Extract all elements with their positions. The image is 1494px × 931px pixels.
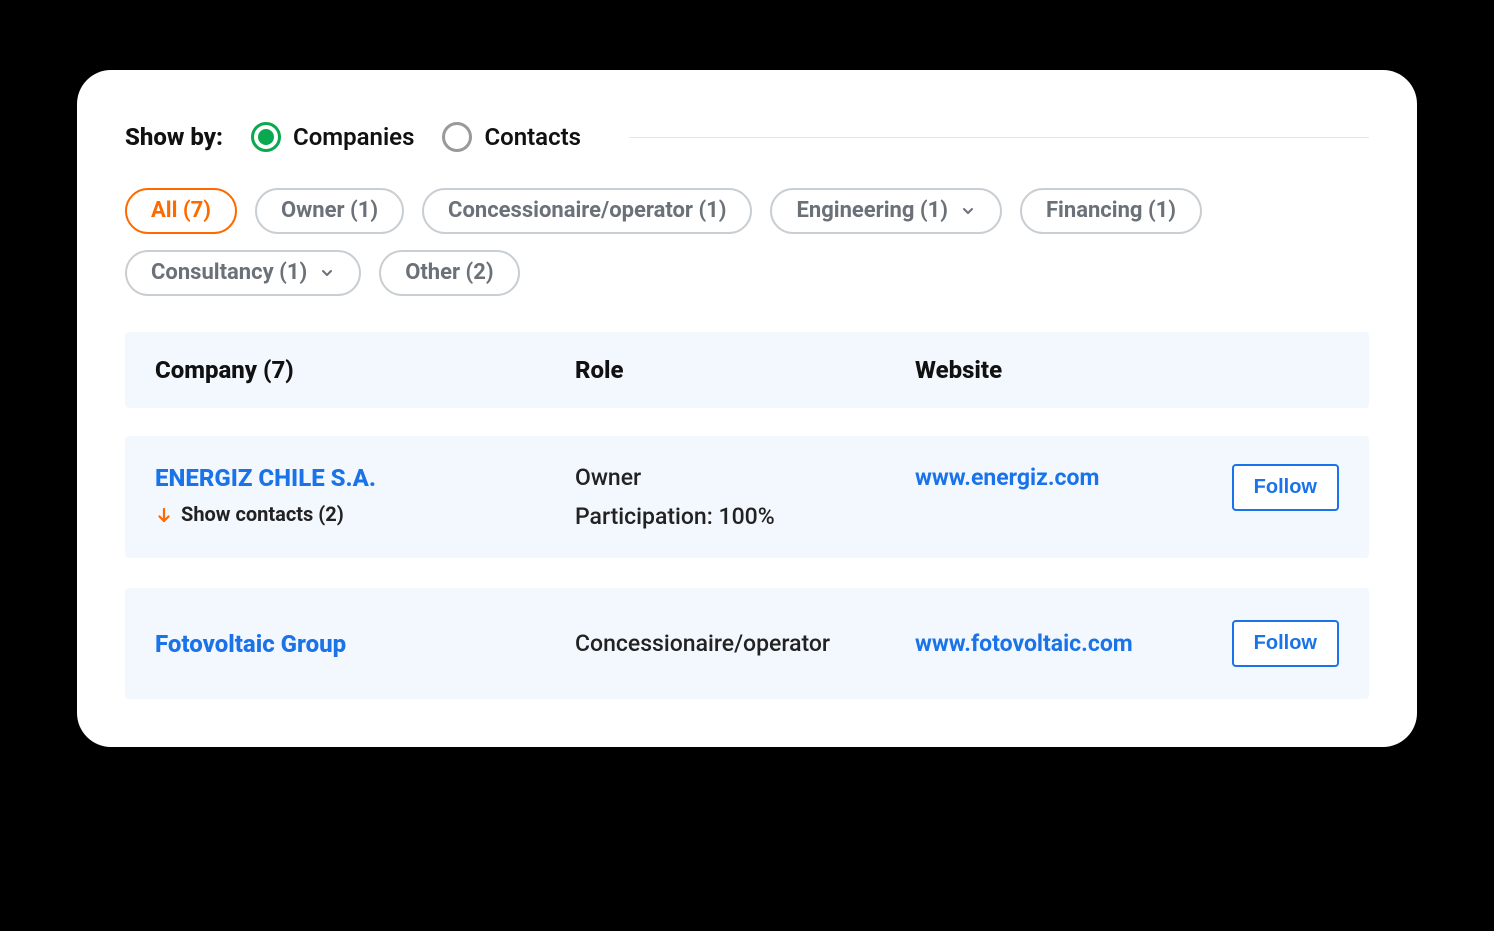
- role-text: Owner: [575, 464, 915, 491]
- role-sub: Participation: 100%: [575, 503, 915, 530]
- radio-contacts-label: Contacts: [484, 123, 581, 151]
- cell-role: Concessionaire/operator: [575, 630, 915, 657]
- cell-website: www.fotovoltaic.com: [915, 630, 1179, 657]
- show-by-label: Show by:: [125, 123, 223, 151]
- show-by-row: Show by: Companies Contacts: [125, 122, 1369, 152]
- table-header: Company (7) Role Website: [125, 332, 1369, 408]
- table-row: ENERGIZ CHILE S.A. Show contacts (2) Own…: [125, 436, 1369, 558]
- filter-concessionaire[interactable]: Concessionaire/operator (1): [422, 188, 752, 234]
- th-website: Website: [915, 356, 1179, 384]
- filter-owner[interactable]: Owner (1): [255, 188, 404, 234]
- company-link[interactable]: ENERGIZ CHILE S.A.: [155, 464, 575, 492]
- filter-consultancy-label: Consultancy (1): [151, 262, 307, 284]
- filter-pills: All (7) Owner (1) Concessionaire/operato…: [125, 188, 1369, 296]
- filter-all[interactable]: All (7): [125, 188, 237, 234]
- radio-icon-selected: [251, 122, 281, 152]
- role-text: Concessionaire/operator: [575, 630, 915, 657]
- radio-companies[interactable]: Companies: [251, 122, 414, 152]
- cell-website: www.energiz.com: [915, 464, 1179, 491]
- content-card: Show by: Companies Contacts All (7) Owne…: [77, 70, 1417, 747]
- chevron-down-icon: [319, 265, 335, 281]
- follow-button[interactable]: Follow: [1232, 620, 1339, 667]
- cell-role: Owner Participation: 100%: [575, 464, 915, 530]
- th-company: Company (7): [155, 356, 575, 384]
- radio-icon-unselected: [442, 122, 472, 152]
- filter-financing[interactable]: Financing (1): [1020, 188, 1202, 234]
- filter-engineering[interactable]: Engineering (1): [770, 188, 1001, 234]
- radio-contacts[interactable]: Contacts: [442, 122, 581, 152]
- website-link[interactable]: www.fotovoltaic.com: [915, 630, 1133, 657]
- show-contacts-toggle[interactable]: Show contacts (2): [155, 502, 344, 526]
- header-divider: [629, 137, 1369, 138]
- cell-company: Fotovoltaic Group: [155, 630, 575, 658]
- filter-other[interactable]: Other (2): [379, 250, 519, 296]
- website-link[interactable]: www.energiz.com: [915, 464, 1099, 491]
- table-row: Fotovoltaic Group Concessionaire/operato…: [125, 588, 1369, 699]
- filter-consultancy[interactable]: Consultancy (1): [125, 250, 361, 296]
- radio-inner-dot: [258, 129, 274, 145]
- table-body: ENERGIZ CHILE S.A. Show contacts (2) Own…: [125, 436, 1369, 699]
- chevron-down-icon: [960, 203, 976, 219]
- show-contacts-label: Show contacts (2): [181, 502, 344, 526]
- filter-engineering-label: Engineering (1): [796, 200, 947, 222]
- cell-company: ENERGIZ CHILE S.A. Show contacts (2): [155, 464, 575, 528]
- follow-button[interactable]: Follow: [1232, 464, 1339, 511]
- company-link[interactable]: Fotovoltaic Group: [155, 630, 575, 658]
- th-role: Role: [575, 356, 915, 384]
- radio-companies-label: Companies: [293, 123, 414, 151]
- arrow-down-icon: [155, 505, 173, 523]
